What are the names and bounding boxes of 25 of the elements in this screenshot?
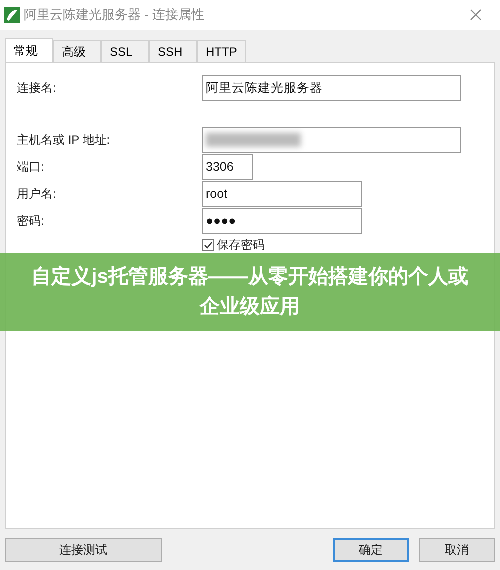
dialog-button[interactable]: 连接测试 [5, 538, 162, 562]
input-field[interactable]: root [202, 181, 362, 207]
input-field[interactable] [202, 127, 461, 153]
field-label: 连接名: [17, 80, 58, 97]
field-label: 密码: [17, 213, 46, 230]
close-icon[interactable] [470, 9, 482, 21]
check-icon [204, 240, 212, 250]
input-field[interactable]: 阿里云陈建光服务器 [202, 75, 461, 101]
field-label: 端口: [17, 159, 46, 176]
field-label: 主机名或 IP 地址: [17, 132, 112, 149]
window-title: 阿里云陈建光服务器 - 连接属性 [24, 6, 205, 24]
checkbox[interactable] [202, 239, 214, 251]
input-field[interactable]: 3306 [202, 154, 253, 180]
tab[interactable]: SSL [101, 40, 149, 62]
tab[interactable]: 常规 [5, 38, 53, 62]
checkbox-label: 保存密码 [217, 237, 265, 254]
tab[interactable]: HTTP [197, 40, 246, 62]
input-field[interactable]: ●●●● [202, 208, 362, 234]
dialog-button[interactable]: 确定 [333, 538, 409, 562]
dialog-button[interactable]: 取消 [419, 538, 495, 562]
tab[interactable]: SSH [149, 40, 197, 62]
tab[interactable]: 高级 [53, 40, 101, 62]
field-label: 用户名: [17, 186, 58, 203]
app-logo-icon [4, 7, 20, 23]
banner-text: 自定义js托管服务器——从零开始搭建你的个人或企业级应用 [30, 264, 470, 320]
